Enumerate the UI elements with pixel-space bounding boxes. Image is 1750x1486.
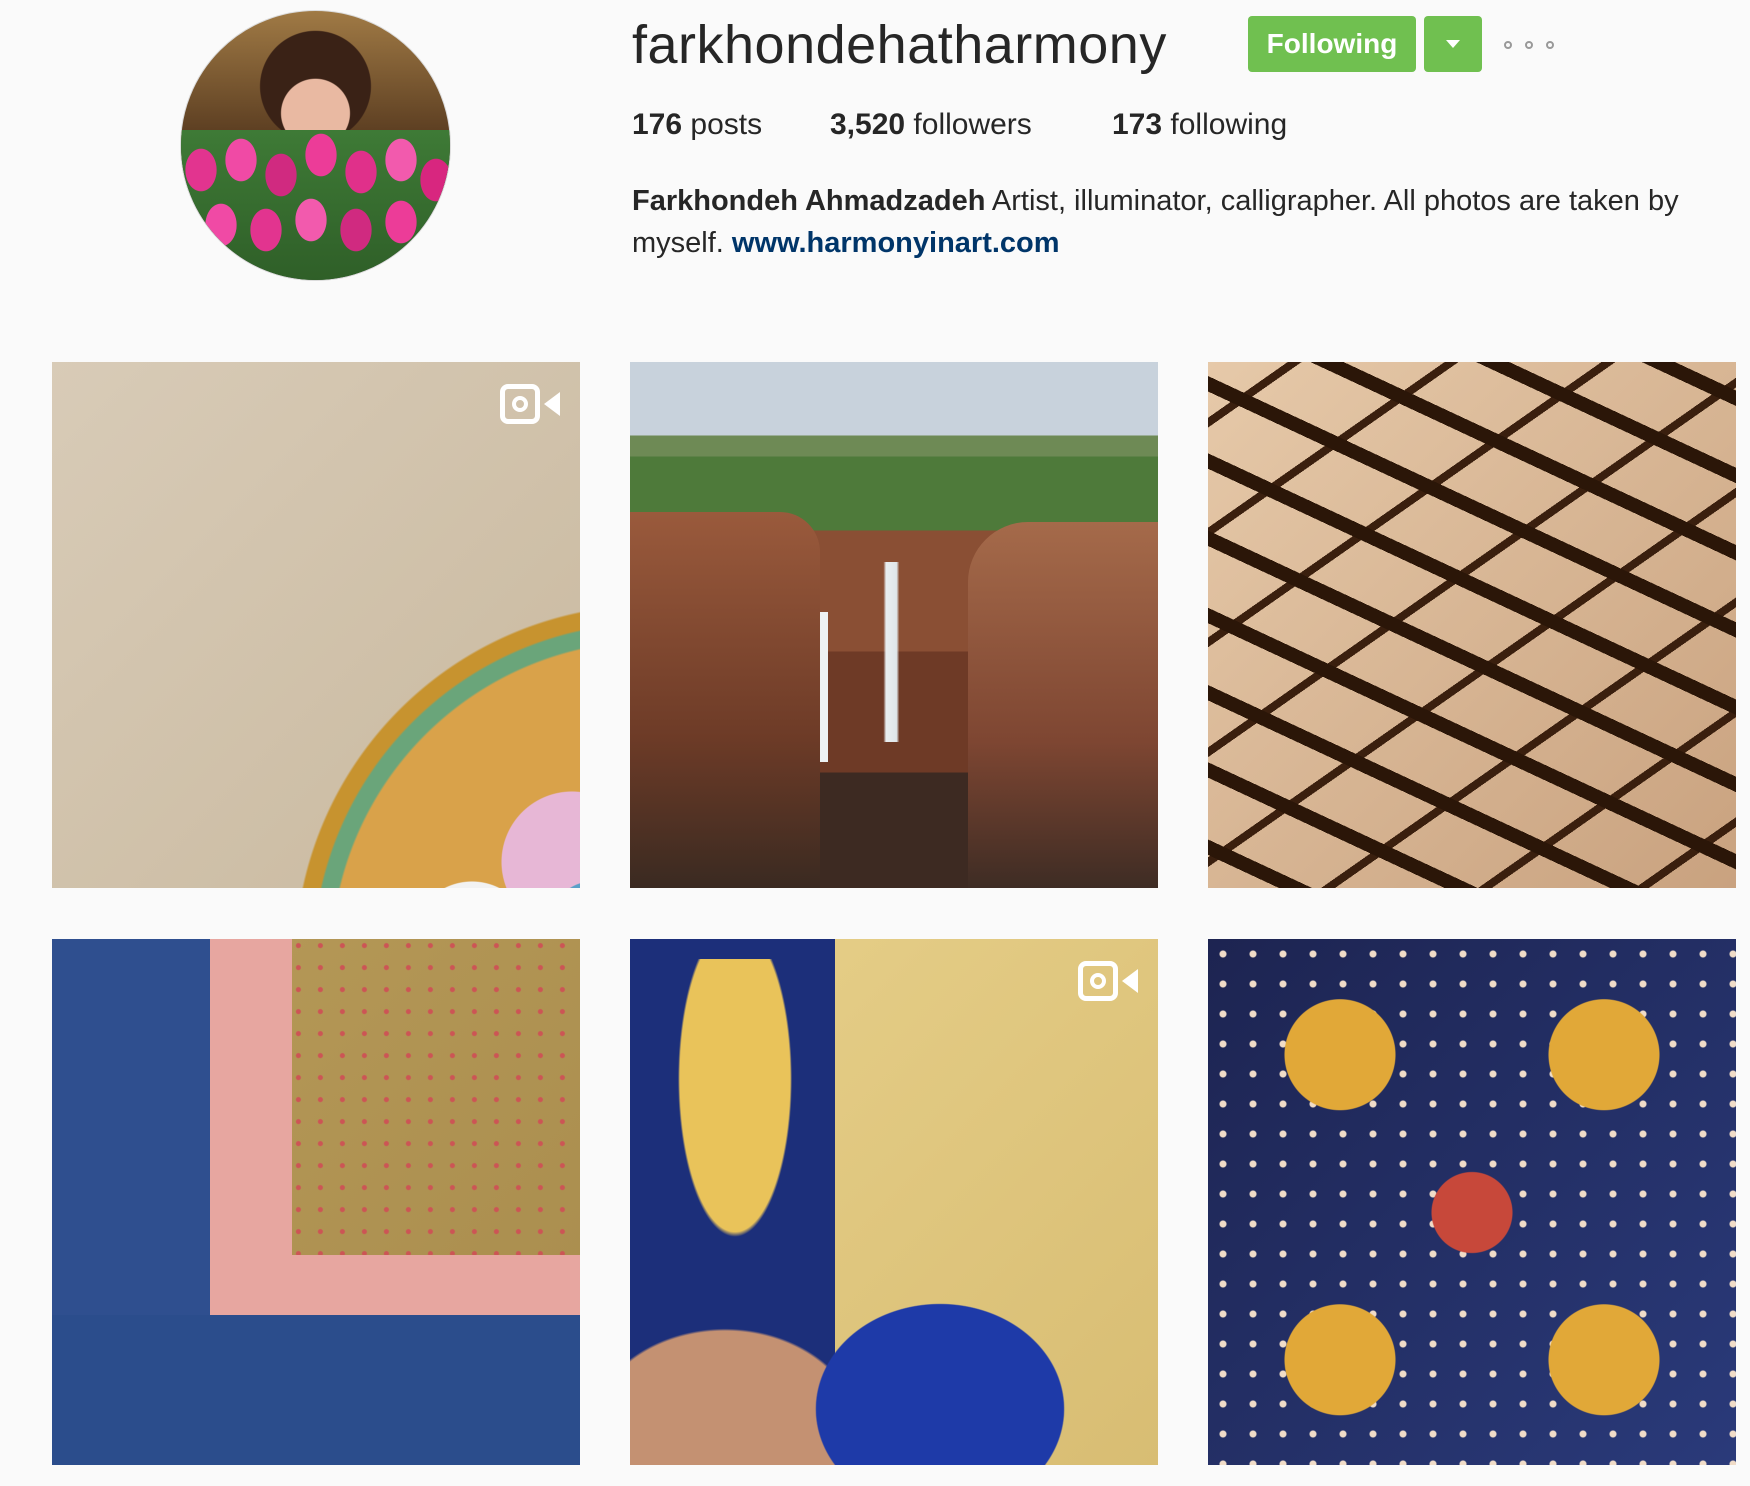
video-icon (1078, 961, 1140, 1001)
following-stat[interactable]: 173 following (1112, 108, 1287, 142)
profile-bio: Farkhondeh Ahmadzadeh Artist, illuminato… (632, 180, 1722, 264)
posts-label: posts (690, 108, 763, 141)
ellipsis-icon (1504, 41, 1512, 49)
canyon-left (630, 512, 820, 888)
following-label: following (1170, 108, 1288, 141)
profile-username: farkhondehatharmony (632, 15, 1167, 75)
ellipsis-dot (1546, 41, 1554, 49)
camera-lens (1122, 969, 1138, 993)
camera-lens (544, 392, 560, 416)
following-count: 173 (1112, 108, 1163, 141)
canyon-right (968, 522, 1158, 888)
following-button[interactable]: Following (1248, 16, 1416, 72)
camera-body (500, 384, 540, 424)
followers-count: 3,520 (830, 108, 906, 141)
post-thumbnail[interactable] (1208, 939, 1736, 1465)
waterfall (820, 612, 828, 762)
posts-stat: 176 posts (632, 108, 762, 142)
posts-count: 176 (632, 108, 683, 141)
profile-full-name: Farkhondeh Ahmadzadeh (632, 185, 986, 217)
post-thumbnail[interactable] (630, 362, 1158, 888)
followers-label: followers (913, 108, 1032, 141)
post-thumbnail[interactable] (630, 939, 1158, 1465)
follow-dropdown-button[interactable] (1424, 16, 1482, 72)
website-link[interactable]: www.harmonyinart.com (732, 227, 1060, 259)
caret-down-icon (1446, 40, 1460, 48)
more-options-button[interactable] (1504, 30, 1554, 60)
ellipsis-dot (1525, 41, 1533, 49)
post-thumbnail[interactable] (52, 939, 580, 1465)
video-icon (500, 384, 562, 424)
post-thumbnail[interactable] (1208, 362, 1736, 888)
post-thumbnail[interactable] (52, 362, 580, 888)
illumination-panel (670, 959, 800, 1259)
avatar-flowers (181, 130, 450, 280)
camera-body (1078, 961, 1118, 1001)
profile-avatar[interactable] (180, 10, 451, 281)
followers-stat[interactable]: 3,520 followers (830, 108, 1032, 142)
